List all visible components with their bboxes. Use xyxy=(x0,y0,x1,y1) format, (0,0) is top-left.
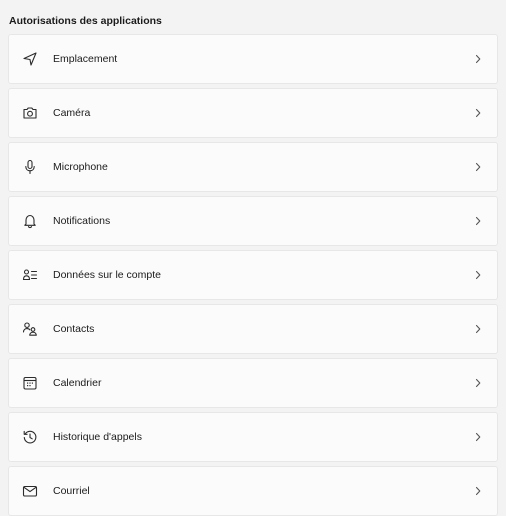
permissions-list: Emplacement Caméra Microphone Notificati… xyxy=(8,34,498,516)
calendar-icon xyxy=(21,374,39,392)
permission-item-account-info[interactable]: Données sur le compte xyxy=(8,250,498,300)
chevron-right-icon xyxy=(473,486,483,496)
permission-label: Microphone xyxy=(53,161,108,173)
permission-item-calendar[interactable]: Calendrier xyxy=(8,358,498,408)
chevron-right-icon xyxy=(473,270,483,280)
location-arrow-icon xyxy=(21,50,39,68)
permission-label: Calendrier xyxy=(53,377,102,389)
contacts-icon xyxy=(21,320,39,338)
permission-label: Contacts xyxy=(53,323,95,335)
permission-label: Historique d'appels xyxy=(53,431,142,443)
chevron-right-icon xyxy=(473,54,483,64)
chevron-right-icon xyxy=(473,378,483,388)
chevron-right-icon xyxy=(473,324,483,334)
call-history-icon xyxy=(21,428,39,446)
permission-label: Notifications xyxy=(53,215,111,227)
permission-item-call-history[interactable]: Historique d'appels xyxy=(8,412,498,462)
permission-label: Courriel xyxy=(53,485,90,497)
microphone-icon xyxy=(21,158,39,176)
camera-icon xyxy=(21,104,39,122)
permission-label: Caméra xyxy=(53,107,91,119)
permission-item-mail[interactable]: Courriel xyxy=(8,466,498,516)
permission-item-location[interactable]: Emplacement xyxy=(8,34,498,84)
permission-label: Données sur le compte xyxy=(53,269,161,281)
mail-icon xyxy=(21,482,39,500)
chevron-right-icon xyxy=(473,216,483,226)
chevron-right-icon xyxy=(473,432,483,442)
account-info-icon xyxy=(21,266,39,284)
permission-label: Emplacement xyxy=(53,53,118,65)
app-permissions-panel: Autorisations des applications Emplaceme… xyxy=(0,10,506,516)
chevron-right-icon xyxy=(473,162,483,172)
chevron-right-icon xyxy=(473,108,483,118)
permission-item-microphone[interactable]: Microphone xyxy=(8,142,498,192)
bell-icon xyxy=(21,212,39,230)
section-title: Autorisations des applications xyxy=(9,15,162,27)
permission-item-contacts[interactable]: Contacts xyxy=(8,304,498,354)
permission-item-notifications[interactable]: Notifications xyxy=(8,196,498,246)
permission-item-camera[interactable]: Caméra xyxy=(8,88,498,138)
